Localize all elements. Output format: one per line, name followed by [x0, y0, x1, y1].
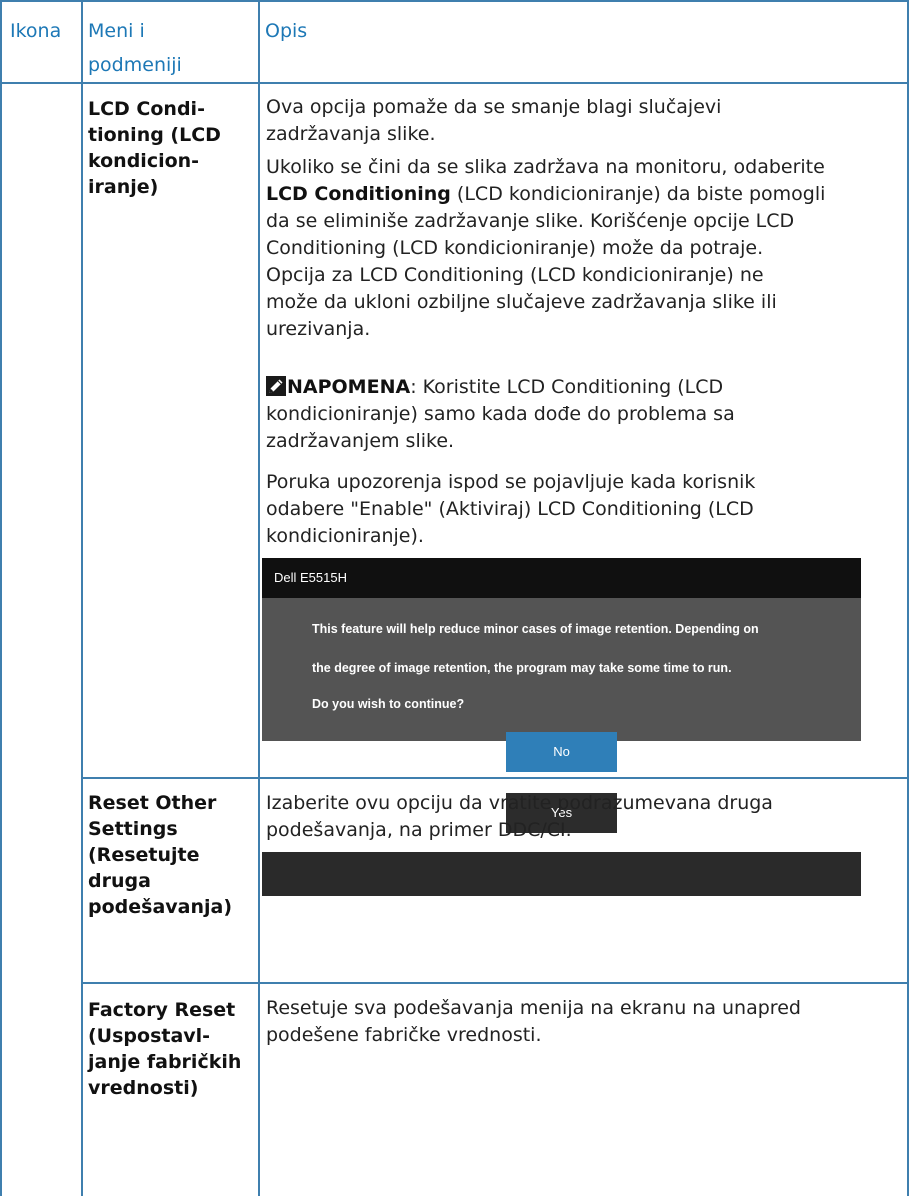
osd-message-line: Do you wish to continue? [312, 697, 465, 711]
reset-other-description: Izaberite ovu opciju da vratite podrazum… [266, 790, 773, 844]
lcd-intro-paragraph: Ova opcija pomaže da se smanje blagi slu… [266, 94, 721, 148]
menu-line: druga [88, 870, 151, 892]
text-line: Ova opcija pomaže da se smanje blagi slu… [266, 96, 722, 118]
factory-reset-description: Resetuje sva podešavanja menija na ekran… [266, 995, 801, 1049]
text-span: (LCD kondicioniranje) da biste pomogli [450, 183, 826, 205]
header-description-column: Opis [265, 14, 307, 48]
text-line: Izaberite ovu opciju da vratite podrazum… [266, 792, 773, 814]
text-line: zadržavanja slike. [266, 123, 436, 145]
menu-line: kondicion- [88, 150, 200, 172]
menu-name-lcd-conditioning: LCD Condi- tioning (LCD kondicion- iranj… [88, 96, 221, 200]
menu-name-reset-other-settings: Reset Other Settings (Resetujte druga po… [88, 790, 232, 920]
text-line: zadržavanjem slike. [266, 430, 455, 452]
row-divider-1 [81, 777, 909, 779]
menu-line: LCD Condi- [88, 98, 205, 120]
note-label: NAPOMENA [287, 376, 411, 398]
header-description-label: Opis [265, 20, 308, 42]
pencil-note-icon [266, 376, 286, 396]
header-divider [0, 82, 909, 84]
warning-intro-paragraph: Poruka upozorenja ispod se pojavljuje ka… [266, 469, 755, 550]
text-line: da se eliminiše zadržavanje slike. Koriš… [266, 210, 795, 232]
menu-line: (Resetujte [88, 844, 200, 866]
menu-line: (Uspostavl- [88, 1025, 211, 1047]
menu-line: iranje) [88, 176, 159, 198]
menu-line: tioning (LCD [88, 124, 221, 146]
lcd-conditioning-bold: LCD Conditioning [266, 183, 451, 205]
text-span: : Koristite LCD Conditioning (LCD [410, 376, 724, 398]
osd-message-line: the degree of image retention, the progr… [312, 661, 732, 675]
text-line: kondicioniranje) samo kada dođe do probl… [266, 403, 735, 425]
lcd-detail-paragraph: Ukoliko se čini da se slika zadržava na … [266, 154, 825, 343]
menu-line: podešavanja) [88, 896, 233, 918]
osd-footer-bar [262, 852, 861, 896]
table-border-top [0, 0, 909, 2]
header-menu-line2: podmeniji [88, 54, 182, 76]
text-line: Poruka upozorenja ispod se pojavljuje ka… [266, 471, 756, 493]
text-line: kondicioniranje). [266, 525, 424, 547]
text-line: Resetuje sva podešavanja menija na ekran… [266, 997, 801, 1019]
menu-line: Reset Other [88, 792, 217, 814]
table-border-left [0, 0, 2, 1196]
osd-warning-dialog: Dell E5515H This feature will help reduc… [262, 558, 861, 741]
header-menu-line1: Meni i [88, 20, 145, 42]
text-line: podešavanja, na primer DDC/CI. [266, 819, 572, 841]
text-line: podešene fabričke vrednosti. [266, 1024, 542, 1046]
text-line: može da ukloni ozbiljne slučajeve zadrža… [266, 291, 777, 313]
menu-line: Settings [88, 818, 178, 840]
osd-no-button[interactable]: No [506, 732, 617, 772]
column-divider-icon-menu [81, 0, 83, 1196]
note-paragraph: NAPOMENA: Koristite LCD Conditioning (LC… [266, 374, 735, 455]
settings-table: Ikona Meni i podmeniji Opis LCD Condi- t… [0, 0, 909, 1196]
menu-line: vrednosti) [88, 1077, 199, 1099]
header-icon-label: Ikona [10, 20, 62, 42]
menu-name-factory-reset: Factory Reset (Uspostavl- janje fabrički… [88, 997, 241, 1101]
text-line: odabere "Enable" (Aktiviraj) LCD Conditi… [266, 498, 754, 520]
text-line: Ukoliko se čini da se slika zadržava na … [266, 156, 825, 178]
text-line: NAPOMENA: Koristite LCD Conditioning (LC… [266, 374, 735, 401]
osd-title: Dell E5515H [262, 558, 861, 598]
header-icon-column: Ikona [10, 14, 61, 48]
row-divider-2 [81, 982, 909, 984]
text-line: Opcija za LCD Conditioning (LCD kondicio… [266, 264, 764, 286]
column-divider-menu-desc [258, 0, 260, 1196]
menu-line: janje fabričkih [88, 1051, 242, 1073]
menu-line: Factory Reset [88, 999, 236, 1021]
text-line: urezivanja. [266, 318, 371, 340]
header-menu-column: Meni i podmeniji [88, 14, 182, 82]
osd-message-line: This feature will help reduce minor case… [312, 622, 759, 636]
text-line: LCD Conditioning (LCD kondicioniranje) d… [266, 181, 825, 208]
text-line: Conditioning (LCD kondicioniranje) može … [266, 237, 764, 259]
